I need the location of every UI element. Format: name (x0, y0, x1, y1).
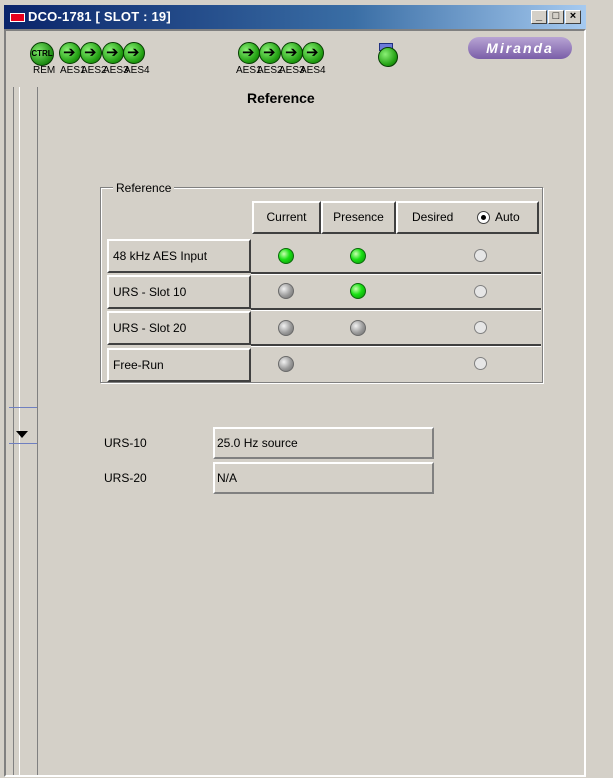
page-title: Reference (247, 90, 315, 106)
current-led-urs-20 (278, 320, 294, 336)
desired-column-header: Desired Auto (396, 201, 539, 234)
aes3-output-arrow-icon[interactable] (281, 42, 303, 64)
desired-radio-urs-20[interactable] (474, 321, 487, 334)
desired-label: Desired (412, 210, 454, 224)
maximize-button[interactable]: □ (548, 10, 564, 24)
reference-group-title: Reference (113, 181, 175, 195)
collapse-triangle-icon[interactable] (16, 431, 28, 438)
presence-led-48khz (350, 248, 366, 264)
current-column-header: Current (252, 201, 321, 234)
aes4-input-arrow-icon[interactable] (123, 42, 145, 64)
desired-radio-free-run[interactable] (474, 357, 487, 370)
content-frame: CTRL REM AES1 AES2 AES3 AES4 AES1 AES2 A… (4, 29, 586, 777)
row-button-urs-slot-10[interactable]: URS - Slot 10 (107, 275, 251, 309)
ctrl-label: REM (33, 65, 56, 76)
aes4-output-arrow-icon[interactable] (302, 42, 324, 64)
desired-radio-urs-10[interactable] (474, 285, 487, 298)
current-led-urs-10 (278, 283, 294, 299)
window-title: DCO-1781 [ SLOT : 19] (28, 9, 171, 24)
status-toolbar: CTRL REM AES1 AES2 AES3 AES4 AES1 AES2 A… (6, 31, 584, 89)
aes1-input-arrow-icon[interactable] (59, 42, 81, 64)
row-button-free-run[interactable]: Free-Run (107, 348, 251, 382)
auto-radio[interactable] (477, 211, 490, 224)
refresh-icon[interactable] (376, 43, 400, 67)
row-button-48khz-aes-input[interactable]: 48 kHz AES Input (107, 239, 251, 273)
urs10-field: 25.0 Hz source (213, 427, 434, 459)
aes3-input-arrow-icon[interactable] (102, 42, 124, 64)
current-led-free-run (278, 356, 294, 372)
urs20-label: URS-20 (104, 471, 147, 485)
presence-led-urs-20 (350, 320, 366, 336)
auto-label: Auto (495, 210, 520, 224)
presence-led-urs-10 (350, 283, 366, 299)
title-bar[interactable]: DCO-1781 [ SLOT : 19] _ □ × (4, 5, 586, 29)
aes4-input-label: AES4 (124, 65, 150, 76)
close-button[interactable]: × (565, 10, 581, 24)
urs20-field: N/A (213, 462, 434, 494)
row-button-urs-slot-20[interactable]: URS - Slot 20 (107, 311, 251, 345)
side-splitter[interactable] (9, 87, 38, 775)
minimize-button[interactable]: _ (531, 10, 547, 24)
app-window: DCO-1781 [ SLOT : 19] _ □ × CTRL REM AES… (0, 0, 613, 778)
aes2-input-arrow-icon[interactable] (80, 42, 102, 64)
aes2-output-arrow-icon[interactable] (259, 42, 281, 64)
ctrl-status-icon[interactable]: CTRL (30, 42, 54, 66)
aes4-output-label: AES4 (300, 65, 326, 76)
urs10-label: URS-10 (104, 436, 147, 450)
app-icon (10, 13, 25, 22)
desired-radio-48khz[interactable] (474, 249, 487, 262)
presence-column-header: Presence (321, 201, 396, 234)
miranda-logo: Miranda (468, 37, 572, 59)
aes1-output-arrow-icon[interactable] (238, 42, 260, 64)
current-led-48khz (278, 248, 294, 264)
